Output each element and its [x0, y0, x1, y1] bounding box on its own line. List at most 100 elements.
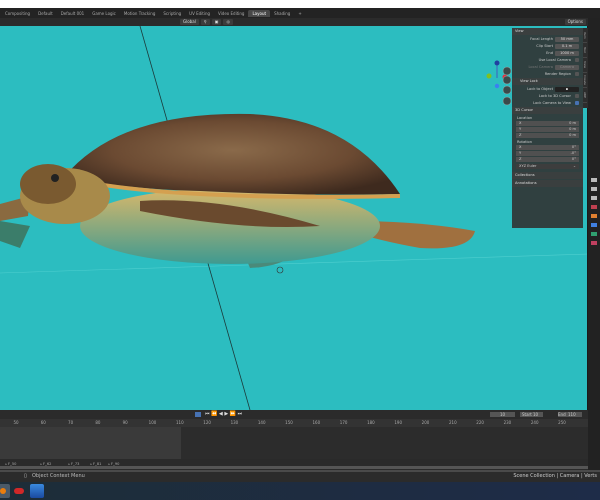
- mouse-icon: ▯: [24, 473, 27, 479]
- snap-toggle[interactable]: ▣: [211, 19, 222, 25]
- 3d-cursor-header[interactable]: 3D Cursor: [512, 107, 583, 114]
- ruler-tick: 160: [312, 420, 321, 425]
- ruler-tick: 220: [476, 420, 484, 425]
- navigation-gizmo: [486, 60, 508, 89]
- material-tab-icon[interactable]: [591, 241, 597, 245]
- record-button[interactable]: [195, 412, 201, 417]
- render-region-label: Render Region: [544, 72, 571, 76]
- frame-ruler[interactable]: 50 60 70 80 90 100 110 120 130 140 150 160 170 180 190…: [0, 419, 588, 427]
- blender-icon[interactable]: [0, 484, 10, 498]
- clip-start-field[interactable]: 0.1 m: [555, 43, 579, 49]
- workspace-tab[interactable]: Default 001: [57, 10, 89, 17]
- output-tab-icon[interactable]: [591, 196, 597, 200]
- status-bar: ▯ Object Context Menu Scene Collection |…: [0, 470, 600, 482]
- location-field[interactable]: Z 0 m: [516, 133, 579, 138]
- axis-label: X: [519, 145, 522, 149]
- workspace-tab[interactable]: Default: [34, 10, 57, 17]
- playback-controls[interactable]: ⏮ ⏪ ◀ ▶ ⏩ ⏭: [205, 411, 242, 417]
- rotation-field[interactable]: Z 0°: [516, 157, 579, 162]
- axis-label: Y: [519, 151, 522, 155]
- workspace-tab[interactable]: Motion Tracking: [120, 10, 159, 17]
- timeline-tracks[interactable]: [0, 427, 588, 459]
- timeline-header: ⏮ ⏪ ◀ ▶ ⏩ ⏭ 10 Start 10 End 110: [0, 410, 588, 419]
- chat-app-icon[interactable]: [12, 484, 26, 498]
- rotation-field[interactable]: Y -0°: [516, 151, 579, 156]
- sidebar-tab[interactable]: Create: [583, 73, 587, 88]
- sidebar-tab[interactable]: Tool: [583, 43, 587, 58]
- location-field[interactable]: X 0 m: [516, 121, 579, 126]
- axis-label: Z: [519, 157, 522, 161]
- focal-length-label: Focal Length: [530, 37, 553, 41]
- ruler-tick: 190: [394, 420, 403, 425]
- ruler-tick: 240: [530, 420, 539, 425]
- photos-app-icon[interactable]: [30, 484, 44, 498]
- view-lock-header[interactable]: View Lock: [512, 78, 583, 85]
- use-local-camera-label: Use Local Camera: [538, 58, 571, 62]
- collections-header[interactable]: Collections: [512, 172, 583, 179]
- proportional-toggle[interactable]: ◎: [223, 19, 233, 25]
- top-margin: [0, 0, 600, 8]
- lock-3d-cursor-label: Lock to 3D Cursor: [538, 94, 571, 98]
- rotation-field[interactable]: X 0°: [516, 145, 579, 150]
- physics-tab-icon[interactable]: [591, 223, 597, 227]
- tool-tab-icon[interactable]: [591, 178, 597, 182]
- view-section-header[interactable]: View: [512, 28, 583, 35]
- orientation-dropdown[interactable]: Global: [180, 19, 199, 25]
- use-local-camera-checkbox[interactable]: [575, 58, 579, 62]
- lock-3d-cursor-checkbox[interactable]: [575, 94, 579, 98]
- lock-camera-checkbox[interactable]: [575, 101, 579, 105]
- add-workspace-button[interactable]: +: [294, 10, 305, 17]
- rotation-mode-dropdown[interactable]: XYZ Euler ⌄: [516, 164, 579, 169]
- ruler-tick: 70: [68, 420, 74, 425]
- axis-value: 0 m: [569, 133, 576, 137]
- status-left-text: Object Context Menu: [32, 473, 85, 479]
- viewport-header: Global ⚲ ▣ ◎ Options: [0, 18, 588, 26]
- lock-to-object-field[interactable]: ▪: [555, 86, 579, 92]
- ruler-tick: 50: [13, 420, 19, 425]
- viewport-nav-buttons: [502, 66, 512, 106]
- ruler-tick: 60: [40, 420, 46, 425]
- location-field[interactable]: Y 0 m: [516, 127, 579, 132]
- 3d-cursor: [276, 266, 284, 274]
- ruler-tick: 100: [148, 420, 157, 425]
- 3d-viewport[interactable]: [0, 26, 588, 410]
- render-tab-icon[interactable]: [591, 187, 597, 191]
- sidebar-tab[interactable]: Item: [583, 28, 587, 43]
- object-tab-icon[interactable]: [591, 214, 597, 218]
- sidebar-tab[interactable]: ARP: [583, 88, 587, 103]
- ruler-tick: 170: [339, 420, 348, 425]
- annotations-header[interactable]: Annotations: [512, 180, 583, 187]
- workspace-tab[interactable]: Video Editing: [214, 10, 248, 17]
- timeline-editor: ⏮ ⏪ ◀ ▶ ⏩ ⏭ 10 Start 10 End 110 50 60 70 80…: [0, 410, 588, 470]
- ruler-tick: 250: [558, 420, 566, 425]
- workspace-tab[interactable]: UV Editing: [185, 10, 214, 17]
- pivot-dropdown[interactable]: ⚲: [200, 19, 210, 25]
- os-taskbar: [0, 482, 600, 500]
- ruler-tick: 230: [503, 420, 512, 425]
- clip-end-label: End: [546, 51, 553, 55]
- scene-tab-icon[interactable]: [591, 205, 597, 209]
- data-tab-icon[interactable]: [591, 232, 597, 236]
- sidebar-tab[interactable]: View: [583, 58, 587, 73]
- workspace-tab[interactable]: Layout: [248, 9, 271, 17]
- ruler-tick: 80: [95, 420, 101, 425]
- workspace-tab[interactable]: Game Logic: [88, 10, 120, 17]
- properties-editor: [588, 18, 600, 470]
- start-field[interactable]: 10: [533, 412, 543, 417]
- start-label: Start: [520, 412, 533, 417]
- ruler-tick: 150: [285, 420, 293, 425]
- axis-value: 0 m: [569, 121, 576, 125]
- workspace-tab[interactable]: Scripting: [159, 10, 185, 17]
- local-camera-field[interactable]: Camera: [555, 64, 579, 70]
- end-label: End: [558, 412, 568, 417]
- workspace-tab[interactable]: Compositing: [1, 10, 34, 17]
- clip-end-field[interactable]: 1000 m: [555, 50, 579, 56]
- end-field[interactable]: 110: [568, 412, 582, 417]
- render-region-checkbox[interactable]: [575, 72, 579, 76]
- workspace-tab[interactable]: Shading: [270, 10, 294, 17]
- options-dropdown[interactable]: Options: [564, 19, 586, 25]
- current-frame-field[interactable]: 10: [490, 412, 515, 417]
- axis-label: X: [519, 121, 522, 125]
- timeline-scrollbar[interactable]: [0, 466, 588, 469]
- focal-length-field[interactable]: 50 mm: [555, 36, 579, 42]
